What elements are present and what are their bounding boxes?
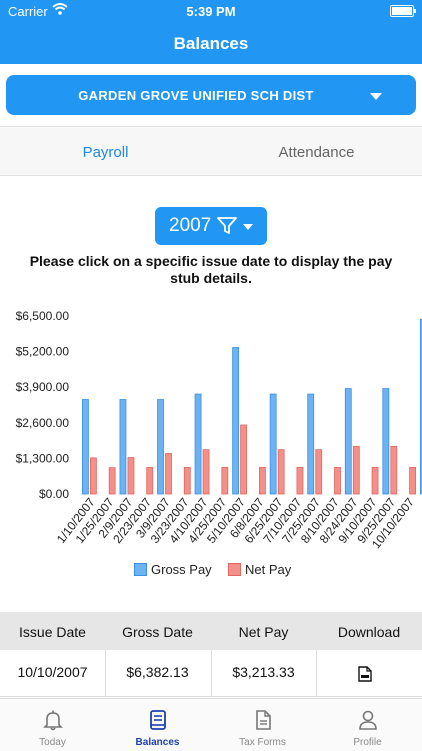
page-title: Balances (173, 34, 249, 53)
battery-icon (390, 5, 416, 17)
net-pay-bar (165, 453, 172, 495)
header-issue-date: Issue Date (19, 624, 86, 640)
net-pay-bar (258, 467, 266, 495)
tab-label: Profile (353, 737, 382, 748)
gross-pay-bar (119, 399, 127, 495)
district-label: GARDEN GROVE UNIFIED SCH DIST (78, 88, 314, 103)
tab-label: Tax Forms (239, 737, 286, 748)
legend-net: Net Pay (228, 562, 291, 577)
legend-label-gross: Gross Pay (151, 562, 212, 577)
chevron-down-icon (370, 93, 382, 100)
gross-pay-bar (81, 399, 89, 495)
clock: 5:39 PM (186, 4, 236, 19)
net-pay-bar (371, 467, 379, 495)
tab-profile[interactable]: Profile (315, 699, 420, 751)
gross-pay-bar (344, 388, 352, 495)
filter-icon (217, 217, 237, 234)
bell-icon (43, 710, 63, 731)
y-tick-label: $1,300.00 (16, 451, 70, 465)
year-filter-button[interactable]: 2007 (155, 207, 267, 245)
tab-tax-forms[interactable]: Tax Forms (210, 699, 315, 751)
tab-label: Balances (135, 737, 180, 748)
gross-pay-bar (157, 399, 164, 495)
net-pay-bar (183, 467, 191, 495)
cell-gross: $6,382.13 (126, 664, 189, 680)
year-label: 2007 (169, 215, 212, 236)
tab-attendance[interactable]: Attendance (211, 144, 422, 161)
net-pay-bar (127, 457, 135, 495)
chevron-down-icon (243, 224, 253, 230)
header-net-pay: Net Pay (238, 624, 289, 640)
net-pay-bar (202, 449, 210, 495)
net-pay-bar (390, 445, 398, 495)
status-bar: Carrier 5:39 PM (0, 0, 422, 22)
net-pay-bar (315, 449, 323, 495)
book-icon (150, 710, 166, 730)
tab-today[interactable]: Today (0, 699, 105, 751)
net-pay-bar (240, 424, 248, 495)
tab-bar-top: Payroll Attendance (0, 126, 422, 176)
net-pay-bar (89, 457, 97, 495)
net-pay-bar (277, 449, 285, 495)
bottom-tab-bar: Today Balances Tax Forms Profile (0, 698, 422, 751)
tab-payroll[interactable]: Payroll (0, 144, 211, 161)
document-icon (256, 710, 271, 730)
instructions-text: Please click on a specific issue date to… (29, 253, 393, 286)
header-download: Download (337, 624, 401, 640)
gross-pay-bar (307, 393, 315, 495)
table-header: Issue Date Gross Date Net Pay Download (0, 612, 422, 650)
cell-issue-date[interactable]: 10/10/2007 (0, 664, 105, 680)
net-pay-bar (296, 467, 304, 495)
y-tick-label: $3,900.00 (16, 380, 70, 394)
legend-swatch-gross (134, 563, 147, 576)
y-tick-label: $0.00 (39, 487, 69, 501)
y-tick-label: $2,600.00 (16, 416, 70, 430)
pay-bar-chart: $0.00 $1,300.00 $2,600.00 $3,900.00 $5,200.0… (16, 309, 422, 551)
doc-icon[interactable] (358, 666, 372, 682)
net-pay-bar (146, 467, 154, 495)
y-tick-label: $6,500.00 (16, 309, 70, 323)
tab-label: Today (39, 737, 66, 748)
legend-swatch-net (228, 563, 241, 576)
y-tick-label: $5,200.00 (16, 345, 70, 359)
net-pay-bar (352, 445, 360, 495)
person-icon (359, 710, 377, 730)
gross-pay-bar (232, 347, 240, 495)
net-pay-bar (221, 467, 229, 495)
tab-balances[interactable]: Balances (105, 699, 210, 751)
net-pay-bar (334, 467, 341, 495)
table-row[interactable]: 10/10/2007 $6,382.13 $3,213.33 (0, 650, 422, 697)
column-divider (316, 650, 317, 696)
net-pay-bar (409, 467, 417, 495)
gross-pay-bar (194, 393, 202, 495)
legend-gross: Gross Pay (134, 562, 212, 577)
cell-net: $3,213.33 (232, 664, 295, 680)
net-pay-bar (108, 467, 116, 495)
gross-pay-bar (269, 393, 277, 495)
legend-label-net: Net Pay (245, 562, 292, 577)
app-header: Carrier 5:39 PM Balances (0, 0, 422, 64)
district-selector[interactable]: GARDEN GROVE UNIFIED SCH DIST (6, 75, 416, 115)
header-gross: Gross Date (122, 624, 193, 640)
gross-pay-bar (382, 388, 390, 495)
